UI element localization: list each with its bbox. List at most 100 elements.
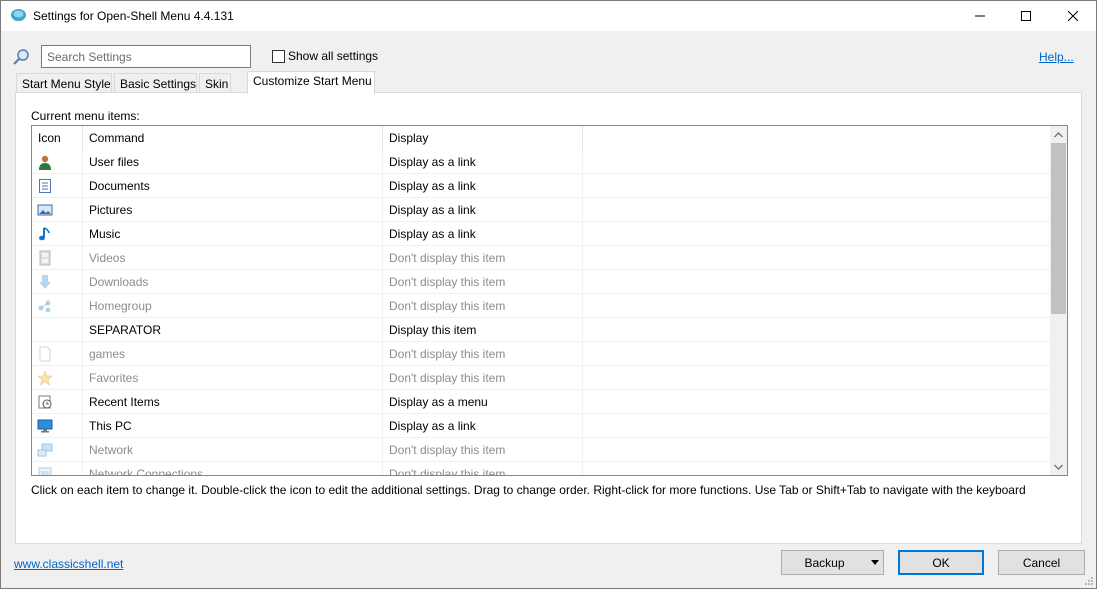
icon-cell[interactable] — [32, 438, 83, 462]
list-item[interactable]: Videos Don't display this item — [32, 246, 1052, 270]
list-item[interactable]: Network Don't display this item — [32, 438, 1052, 462]
tab-skin[interactable]: Skin — [199, 73, 231, 93]
icon-cell[interactable] — [32, 270, 83, 294]
icon-cell[interactable] — [32, 366, 83, 390]
network-icon[interactable] — [37, 442, 53, 458]
download-arrow-icon[interactable] — [37, 274, 53, 290]
list-header: Icon Command Display — [32, 126, 1052, 150]
empty-cell — [583, 246, 1052, 270]
display-cell[interactable]: Don't display this item — [383, 438, 583, 462]
icon-cell[interactable] — [32, 198, 83, 222]
icon-cell[interactable] — [32, 294, 83, 318]
list-item[interactable]: Music Display as a link — [32, 222, 1052, 246]
command-cell[interactable]: Pictures — [83, 198, 383, 222]
tab-basic-settings[interactable]: Basic Settings — [114, 73, 197, 93]
command-cell[interactable]: Recent Items — [83, 390, 383, 414]
command-cell[interactable]: User files — [83, 150, 383, 174]
icon-cell[interactable] — [32, 414, 83, 438]
list-item[interactable]: Homegroup Don't display this item — [32, 294, 1052, 318]
picture-icon[interactable] — [37, 202, 53, 218]
command-cell[interactable]: Network — [83, 438, 383, 462]
command-cell[interactable]: Network Connections — [83, 462, 383, 475]
icon-cell[interactable] — [32, 246, 83, 270]
help-link[interactable]: Help... — [1039, 50, 1074, 64]
show-all-settings-label: Show all settings — [288, 49, 379, 63]
display-cell[interactable]: Don't display this item — [383, 462, 583, 475]
display-cell[interactable]: Display this item — [383, 318, 583, 342]
list-item[interactable]: Recent Items Display as a menu — [32, 390, 1052, 414]
icon-cell[interactable] — [32, 150, 83, 174]
current-menu-items-label: Current menu items: — [31, 109, 140, 123]
menu-items-list[interactable]: Icon Command Display User files Display a… — [31, 125, 1068, 476]
icon-cell[interactable] — [32, 390, 83, 414]
display-cell[interactable]: Don't display this item — [383, 270, 583, 294]
star-icon[interactable] — [37, 370, 53, 386]
scroll-up-button[interactable] — [1050, 126, 1067, 143]
vertical-scrollbar[interactable] — [1050, 126, 1067, 475]
list-item[interactable]: Favorites Don't display this item — [32, 366, 1052, 390]
display-cell[interactable]: Don't display this item — [383, 366, 583, 390]
icon-cell[interactable] — [32, 318, 83, 342]
icon-cell[interactable] — [32, 462, 83, 476]
tab-customize-start-menu[interactable]: Customize Start Menu — [247, 71, 375, 94]
display-cell[interactable]: Display as a link — [383, 198, 583, 222]
resize-grip-icon[interactable] — [1083, 575, 1093, 585]
maximize-button[interactable] — [1003, 1, 1049, 31]
scrollbar-thumb[interactable] — [1051, 143, 1066, 314]
display-cell[interactable]: Don't display this item — [383, 246, 583, 270]
search-icon — [13, 49, 29, 65]
column-header-command[interactable]: Command — [83, 126, 383, 150]
customize-panel: Current menu items: Icon Command Display… — [15, 92, 1082, 544]
command-cell[interactable]: This PC — [83, 414, 383, 438]
document-icon[interactable] — [37, 178, 53, 194]
column-header-display[interactable]: Display — [383, 126, 583, 150]
command-cell[interactable]: Favorites — [83, 366, 383, 390]
icon-cell[interactable] — [32, 342, 83, 366]
list-item[interactable]: Pictures Display as a link — [32, 198, 1052, 222]
display-cell[interactable]: Don't display this item — [383, 342, 583, 366]
list-item[interactable]: SEPARATOR Display this item — [32, 318, 1052, 342]
list-item[interactable]: Downloads Don't display this item — [32, 270, 1052, 294]
list-item[interactable]: games Don't display this item — [32, 342, 1052, 366]
list-item[interactable]: Documents Display as a link — [32, 174, 1052, 198]
command-cell[interactable]: Downloads — [83, 270, 383, 294]
column-header-icon[interactable]: Icon — [32, 126, 83, 150]
ok-button[interactable]: OK — [898, 550, 984, 575]
display-cell[interactable]: Display as a link — [383, 414, 583, 438]
display-cell[interactable]: Display as a link — [383, 174, 583, 198]
recent-items-icon[interactable] — [37, 394, 53, 410]
command-cell[interactable]: SEPARATOR — [83, 318, 383, 342]
list-item[interactable]: This PC Display as a link — [32, 414, 1052, 438]
command-cell[interactable]: Music — [83, 222, 383, 246]
command-cell[interactable]: Documents — [83, 174, 383, 198]
icon-cell[interactable] — [32, 174, 83, 198]
search-input[interactable] — [41, 45, 251, 68]
display-cell[interactable]: Display as a menu — [383, 390, 583, 414]
list-item[interactable]: User files Display as a link — [32, 150, 1052, 174]
scroll-down-button[interactable] — [1050, 458, 1067, 475]
classicshell-website-link[interactable]: www.classicshell.net — [14, 557, 123, 571]
checkbox-box[interactable] — [272, 49, 285, 63]
tab-start-menu-style[interactable]: Start Menu Style — [16, 73, 112, 93]
display-cell[interactable]: Display as a link — [383, 150, 583, 174]
command-cell[interactable]: Videos — [83, 246, 383, 270]
backup-button[interactable]: Backup — [781, 550, 884, 575]
user-icon[interactable] — [37, 154, 53, 170]
monitor-icon[interactable] — [37, 418, 53, 434]
film-icon[interactable] — [37, 250, 53, 266]
empty-cell — [583, 150, 1052, 174]
homegroup-icon[interactable] — [37, 298, 53, 314]
blank-page-icon[interactable] — [37, 346, 53, 362]
display-cell[interactable]: Display as a link — [383, 222, 583, 246]
command-cell[interactable]: games — [83, 342, 383, 366]
show-all-settings-checkbox[interactable]: Show all settings — [272, 49, 378, 63]
command-cell[interactable]: Homegroup — [83, 294, 383, 318]
close-button[interactable] — [1050, 1, 1096, 31]
cancel-button[interactable]: Cancel — [998, 550, 1085, 575]
display-cell[interactable]: Don't display this item — [383, 294, 583, 318]
icon-cell[interactable] — [32, 222, 83, 246]
minimize-button[interactable] — [957, 1, 1003, 31]
list-item[interactable]: Network Connections Don't display this it… — [32, 462, 1052, 476]
network-connections-icon[interactable] — [37, 466, 53, 476]
music-note-icon[interactable] — [37, 226, 53, 242]
